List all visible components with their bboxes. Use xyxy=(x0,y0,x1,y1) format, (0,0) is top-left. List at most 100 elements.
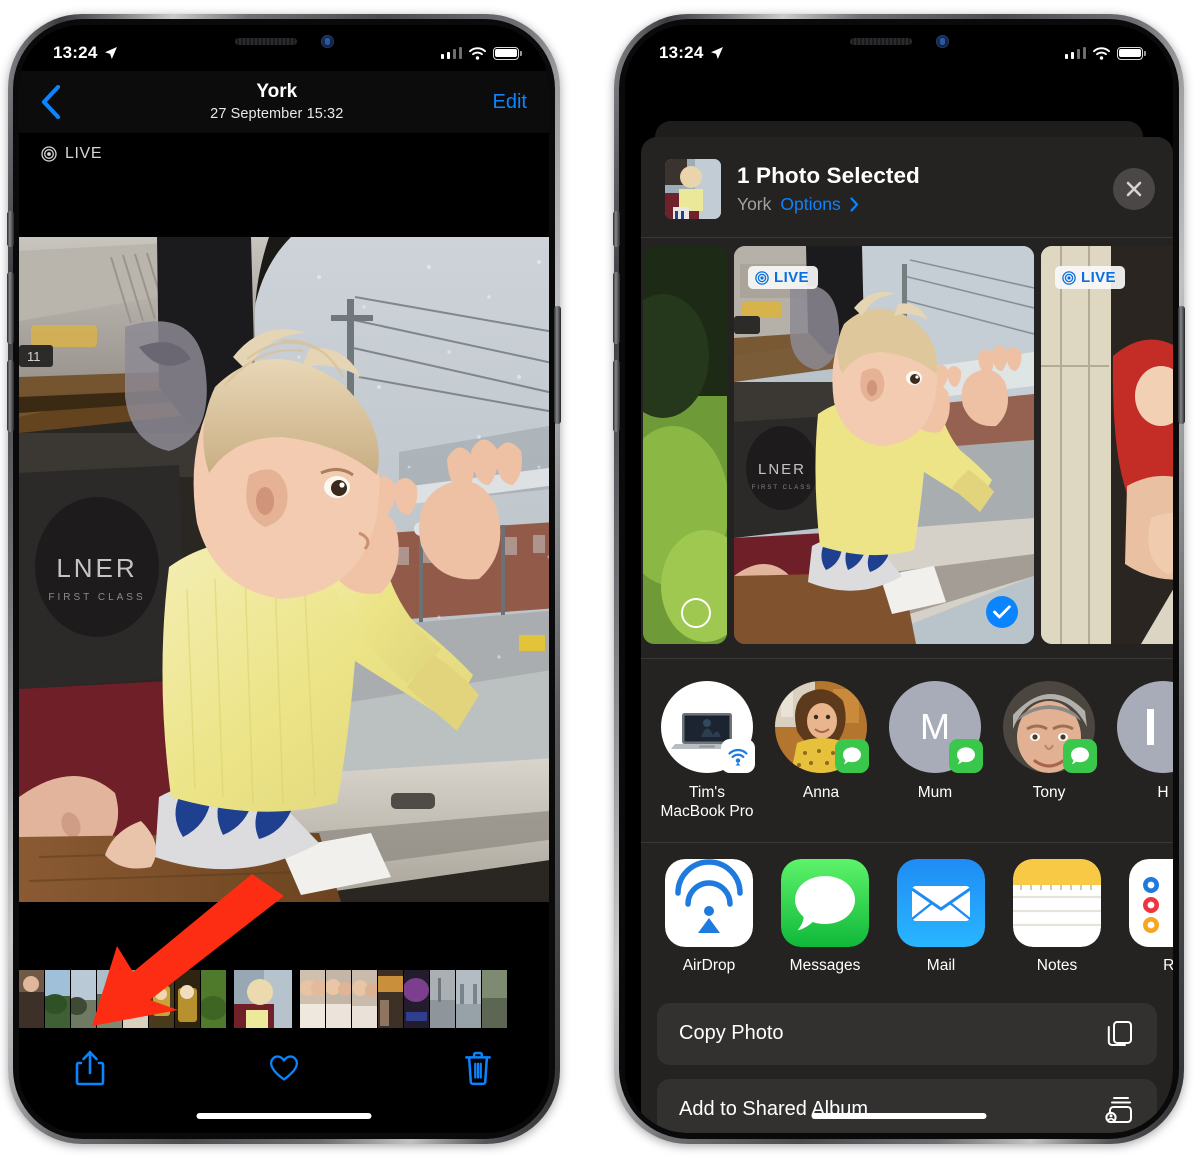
live-badge-label: LIVE xyxy=(1081,269,1116,286)
carousel-photo[interactable]: LIVE xyxy=(1041,246,1173,644)
filmstrip-thumb[interactable] xyxy=(175,970,200,1028)
share-target-name: Tim's MacBook Pro xyxy=(660,784,754,821)
filmstrip-thumb[interactable] xyxy=(149,970,174,1028)
album-name: York xyxy=(737,194,772,214)
volume-down-button[interactable] xyxy=(613,360,620,432)
messages-badge xyxy=(1063,739,1097,773)
share-app-mail[interactable]: Mail xyxy=(895,858,987,975)
status-right xyxy=(1064,46,1146,60)
wifi-icon xyxy=(1093,46,1110,60)
home-indicator[interactable] xyxy=(811,1113,987,1119)
location-arrow-icon xyxy=(711,47,724,59)
live-photo-indicator[interactable]: LIVE xyxy=(19,133,549,175)
avatar: M xyxy=(889,681,983,773)
share-app-name: Re xyxy=(1163,956,1173,974)
navigation-bar: York 27 September 15:32 Edit xyxy=(19,71,549,133)
photo-filmstrip[interactable] xyxy=(19,970,549,1028)
filmstrip-thumb[interactable] xyxy=(201,970,226,1028)
avatar xyxy=(1117,681,1173,773)
filmstrip-thumb[interactable] xyxy=(123,970,148,1028)
selection-circle[interactable] xyxy=(681,598,711,628)
airdrop-people-row[interactable]: Tim's MacBook Pro Anna M Mum Tony H xyxy=(641,659,1173,838)
avatar-image xyxy=(1117,681,1173,773)
notes-app-glyph xyxy=(1013,858,1101,947)
svg-text:FIRST CLASS: FIRST CLASS xyxy=(752,485,813,491)
photo-toolbar xyxy=(19,1028,549,1108)
selected-photo-thumbnail[interactable] xyxy=(665,159,721,219)
share-app-notes[interactable]: Notes xyxy=(1011,858,1103,975)
left-phone: 11 LNER FIRST CLASS York 27 September 15… xyxy=(7,14,561,1144)
share-app-airdrop[interactable]: AirDrop xyxy=(663,858,755,975)
filmstrip-thumb[interactable] xyxy=(352,970,377,1028)
left-screen: 11 LNER FIRST CLASS York 27 September 15… xyxy=(19,25,549,1133)
earpiece-speaker xyxy=(849,37,912,45)
cellular-signal-icon xyxy=(440,47,462,59)
filmstrip-thumb[interactable] xyxy=(456,970,481,1028)
heart-icon[interactable] xyxy=(269,1050,299,1086)
copy-icon xyxy=(1107,1020,1132,1046)
share-target-macbook[interactable]: Tim's MacBook Pro xyxy=(659,681,755,822)
status-time: 13:24 xyxy=(53,43,98,62)
power-button[interactable] xyxy=(554,306,561,424)
reminders-app-glyph xyxy=(1129,858,1173,947)
share-apps-row[interactable]: AirDrop Messages Mail Notes R xyxy=(641,843,1173,989)
main-photo[interactable]: 11 LNER FIRST CLASS xyxy=(19,237,549,902)
chevron-right-icon[interactable] xyxy=(850,197,859,212)
page-subtitle: 27 September 15:32 xyxy=(210,106,344,123)
share-app-messages[interactable]: Messages xyxy=(779,858,871,975)
messages-badge xyxy=(949,739,983,773)
power-button[interactable] xyxy=(1178,306,1185,424)
mute-switch[interactable] xyxy=(613,211,620,247)
filmstrip-thumb[interactable] xyxy=(404,970,429,1028)
share-app-name: Mail xyxy=(926,956,956,974)
airdrop-badge xyxy=(721,739,755,773)
share-icon[interactable] xyxy=(75,1050,105,1086)
photo-artwork: 11 LNER FIRST CLASS xyxy=(19,237,549,902)
edit-button[interactable]: Edit xyxy=(493,91,527,114)
volume-up-button[interactable] xyxy=(7,272,14,344)
filmstrip-thumb[interactable] xyxy=(71,970,96,1028)
action-add-shared-album[interactable]: Add to Shared Album xyxy=(657,1078,1157,1133)
home-indicator[interactable] xyxy=(196,1113,372,1119)
filmstrip-thumb[interactable] xyxy=(430,970,455,1028)
status-right xyxy=(440,46,522,60)
filmstrip-thumb[interactable] xyxy=(300,970,325,1028)
filmstrip-thumb[interactable] xyxy=(378,970,403,1028)
share-target-anna[interactable]: Anna xyxy=(773,681,869,822)
photo-carousel[interactable]: LNER FIRST CLASS LIVE LIVE xyxy=(643,238,1173,654)
live-photo-icon xyxy=(755,270,769,285)
filmstrip-thumb[interactable] xyxy=(482,970,507,1028)
live-photo-icon xyxy=(1062,270,1076,285)
front-camera-icon xyxy=(320,34,334,48)
close-button[interactable] xyxy=(1113,168,1155,210)
svg-text:LNER: LNER xyxy=(758,461,806,478)
carousel-photo-selected[interactable]: LNER FIRST CLASS LIVE xyxy=(734,246,1034,644)
filmstrip-thumb[interactable] xyxy=(45,970,70,1028)
share-app-name: Notes xyxy=(1036,956,1078,974)
filmstrip-thumb[interactable] xyxy=(326,970,351,1028)
action-copy-photo[interactable]: Copy Photo xyxy=(657,1002,1157,1065)
airdrop-app-glyph xyxy=(665,858,753,947)
filmstrip-thumb-current[interactable] xyxy=(234,970,292,1028)
volume-up-button[interactable] xyxy=(613,272,620,344)
location-arrow-icon xyxy=(105,47,118,59)
share-target-name: Tony xyxy=(1032,784,1066,801)
options-button[interactable]: Options xyxy=(780,194,840,215)
live-badge: LIVE xyxy=(748,266,818,289)
battery-icon xyxy=(493,46,522,60)
mute-switch[interactable] xyxy=(7,211,14,247)
selection-checkmark[interactable] xyxy=(986,596,1018,628)
notch xyxy=(181,25,387,57)
share-target-tony[interactable]: Tony xyxy=(1001,681,1097,822)
share-target-mum[interactable]: M Mum xyxy=(887,681,983,822)
filmstrip-thumb[interactable] xyxy=(19,970,44,1028)
svg-text:11: 11 xyxy=(27,349,41,364)
filmstrip-thumb[interactable] xyxy=(97,970,122,1028)
volume-down-button[interactable] xyxy=(7,360,14,432)
share-app-reminders[interactable]: Re xyxy=(1127,858,1173,975)
share-target-partial[interactable]: H xyxy=(1115,681,1173,822)
back-chevron-icon[interactable] xyxy=(41,85,61,119)
trash-icon[interactable] xyxy=(463,1050,493,1086)
reminders-app-icon xyxy=(1129,858,1173,947)
carousel-photo[interactable] xyxy=(643,246,727,644)
